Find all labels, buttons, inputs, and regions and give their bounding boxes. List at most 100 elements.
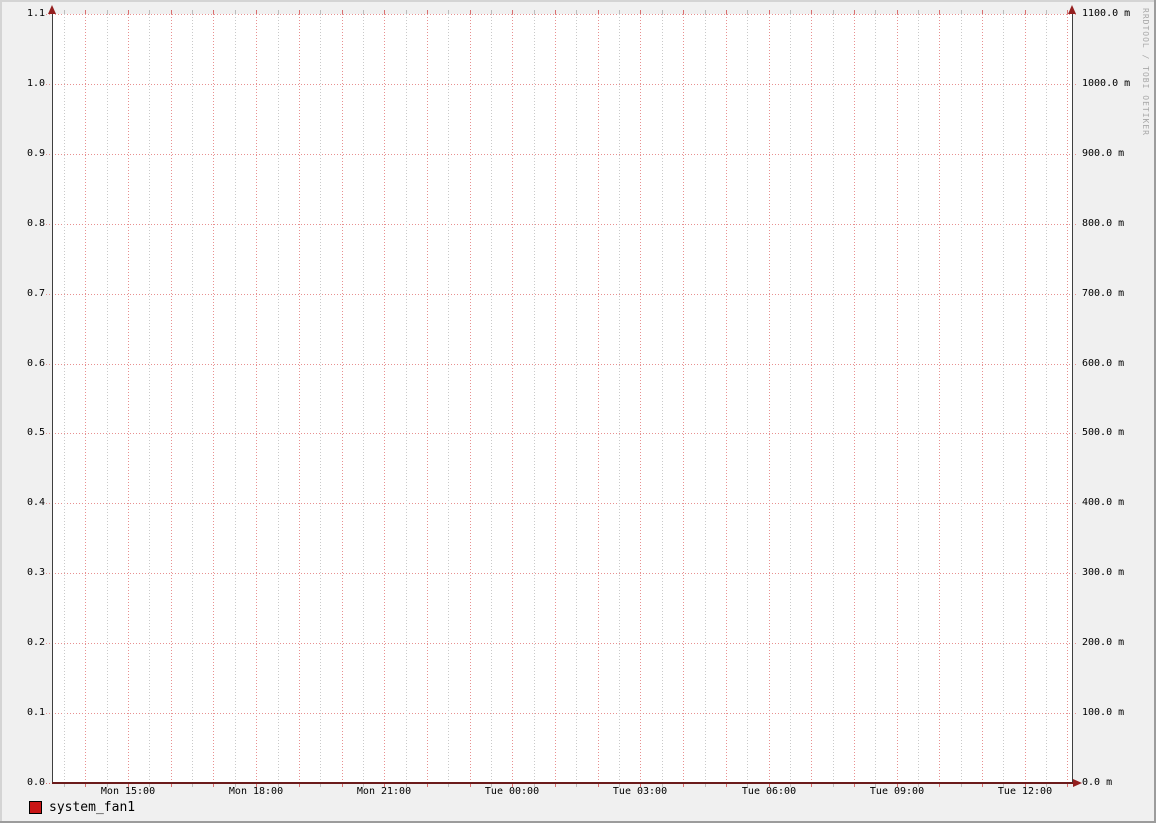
y-axis-label-right: 200.0 m <box>1082 637 1125 648</box>
x-axis-tick-major <box>555 10 556 14</box>
x-gridline-major <box>769 14 770 783</box>
y-gridline-major <box>46 294 1078 295</box>
y-axis-label-left: 0.9 <box>26 148 45 159</box>
y-gridline-major <box>46 713 1078 714</box>
x-gridline-major <box>897 14 898 783</box>
x-axis-tick-major <box>769 10 770 14</box>
x-gridline-minor <box>235 14 236 783</box>
x-axis-tick-minor <box>363 10 364 14</box>
x-axis-tick-major <box>982 10 983 14</box>
x-gridline-major <box>85 14 86 783</box>
x-gridline-major <box>171 14 172 783</box>
y-gridline-major <box>46 84 1078 85</box>
y-gridline-major <box>46 643 1078 644</box>
y-axis-label-right: 1100.0 m <box>1082 8 1131 19</box>
y-axis-label-left: 0.4 <box>26 497 45 508</box>
x-gridline-major <box>683 14 684 783</box>
y-axis-label-right: 1000.0 m <box>1082 78 1131 89</box>
y-gridline-major <box>46 364 1078 365</box>
x-gridline-major <box>256 14 257 783</box>
y-axis-label-right: 700.0 m <box>1082 288 1125 299</box>
x-gridline-major <box>1025 14 1026 783</box>
x-axis-label: Tue 09:00 <box>869 786 925 797</box>
watermark: RRDTOOL / TOBI OETIKER <box>1141 8 1150 136</box>
x-axis-tick-major <box>897 10 898 14</box>
x-gridline-minor <box>619 14 620 783</box>
x-gridline-minor <box>918 14 919 783</box>
y-axis-left-arrow-icon <box>48 5 56 14</box>
x-axis-label: Mon 18:00 <box>228 786 284 797</box>
y-axis-label-left: 0.6 <box>26 358 45 369</box>
x-gridline-minor <box>64 14 65 783</box>
x-axis-tick-minor <box>705 10 706 14</box>
x-axis-tick-minor <box>320 10 321 14</box>
x-gridline-major <box>811 14 812 783</box>
y-axis-label-left: 0.5 <box>26 427 45 438</box>
x-axis-tick-minor <box>64 10 65 14</box>
x-gridline-minor <box>534 14 535 783</box>
x-gridline-minor <box>747 14 748 783</box>
x-gridline-minor <box>576 14 577 783</box>
x-gridline-major <box>640 14 641 783</box>
x-axis-tick-minor <box>1003 10 1004 14</box>
y-gridline-major <box>46 573 1078 574</box>
x-gridline-minor <box>790 14 791 783</box>
x-axis-tick-major <box>640 10 641 14</box>
x-axis-tick-major <box>384 10 385 14</box>
y-axis-label-right: 0.0 m <box>1082 777 1113 788</box>
x-gridline-major <box>213 14 214 783</box>
y-axis-label-right: 800.0 m <box>1082 218 1125 229</box>
x-axis-arrow-icon <box>1073 779 1082 787</box>
y-axis-label-left: 0.0 <box>26 777 45 788</box>
x-gridline-major <box>342 14 343 783</box>
legend-swatch <box>29 801 42 814</box>
x-axis-tick-minor <box>278 10 279 14</box>
y-axis-left-line <box>52 9 53 783</box>
rrdtool-graph: 1.1 1100.0 m 1.0 1000.0 m 0.9 900.0 m 0.8 800.0… <box>0 0 1156 823</box>
x-gridline-minor <box>192 14 193 783</box>
x-gridline-minor <box>491 14 492 783</box>
y-axis-label-left: 0.2 <box>26 637 45 648</box>
x-gridline-major <box>128 14 129 783</box>
x-axis-tick-major <box>213 10 214 14</box>
x-gridline-minor <box>961 14 962 783</box>
x-axis-tick-minor <box>149 10 150 14</box>
x-axis-tick-minor <box>491 10 492 14</box>
x-axis-tick-major <box>726 10 727 14</box>
x-gridline-minor <box>662 14 663 783</box>
x-axis-tick-minor <box>662 10 663 14</box>
x-axis-tick-minor <box>235 10 236 14</box>
y-axis-right-arrow-icon <box>1068 5 1076 14</box>
x-gridline-major <box>598 14 599 783</box>
y-axis-label-right: 400.0 m <box>1082 497 1125 508</box>
x-axis-tick-minor <box>961 10 962 14</box>
x-axis-tick-minor <box>534 10 535 14</box>
y-axis-label-right: 100.0 m <box>1082 707 1125 718</box>
x-axis-tick-major <box>342 10 343 14</box>
x-axis-tick-major <box>299 10 300 14</box>
x-axis-tick-major <box>598 10 599 14</box>
y-gridline-major <box>46 224 1078 225</box>
x-axis-tick-major <box>85 10 86 14</box>
y-axis-label-right: 300.0 m <box>1082 567 1125 578</box>
x-axis-tick-minor <box>747 10 748 14</box>
x-gridline-major <box>1067 14 1068 783</box>
legend: system_fan1 <box>29 800 135 815</box>
x-axis-tick-major <box>939 10 940 14</box>
x-axis-label: Tue 06:00 <box>741 786 797 797</box>
y-axis-label-right: 600.0 m <box>1082 358 1125 369</box>
y-axis-label-right: 900.0 m <box>1082 148 1125 159</box>
x-axis-tick-minor <box>833 10 834 14</box>
x-axis-tick-major <box>171 10 172 14</box>
y-axis-label-left: 0.8 <box>26 218 45 229</box>
x-gridline-minor <box>149 14 150 783</box>
x-gridline-minor <box>107 14 108 783</box>
y-axis-label-left: 0.1 <box>26 707 45 718</box>
x-axis-tick-minor <box>1046 10 1047 14</box>
x-axis-tick-major <box>854 10 855 14</box>
x-axis-tick-major <box>427 10 428 14</box>
x-axis-tick-major <box>256 10 257 14</box>
x-axis-tick-minor <box>918 10 919 14</box>
y-axis-label-left: 0.7 <box>26 288 45 299</box>
x-gridline-major <box>384 14 385 783</box>
